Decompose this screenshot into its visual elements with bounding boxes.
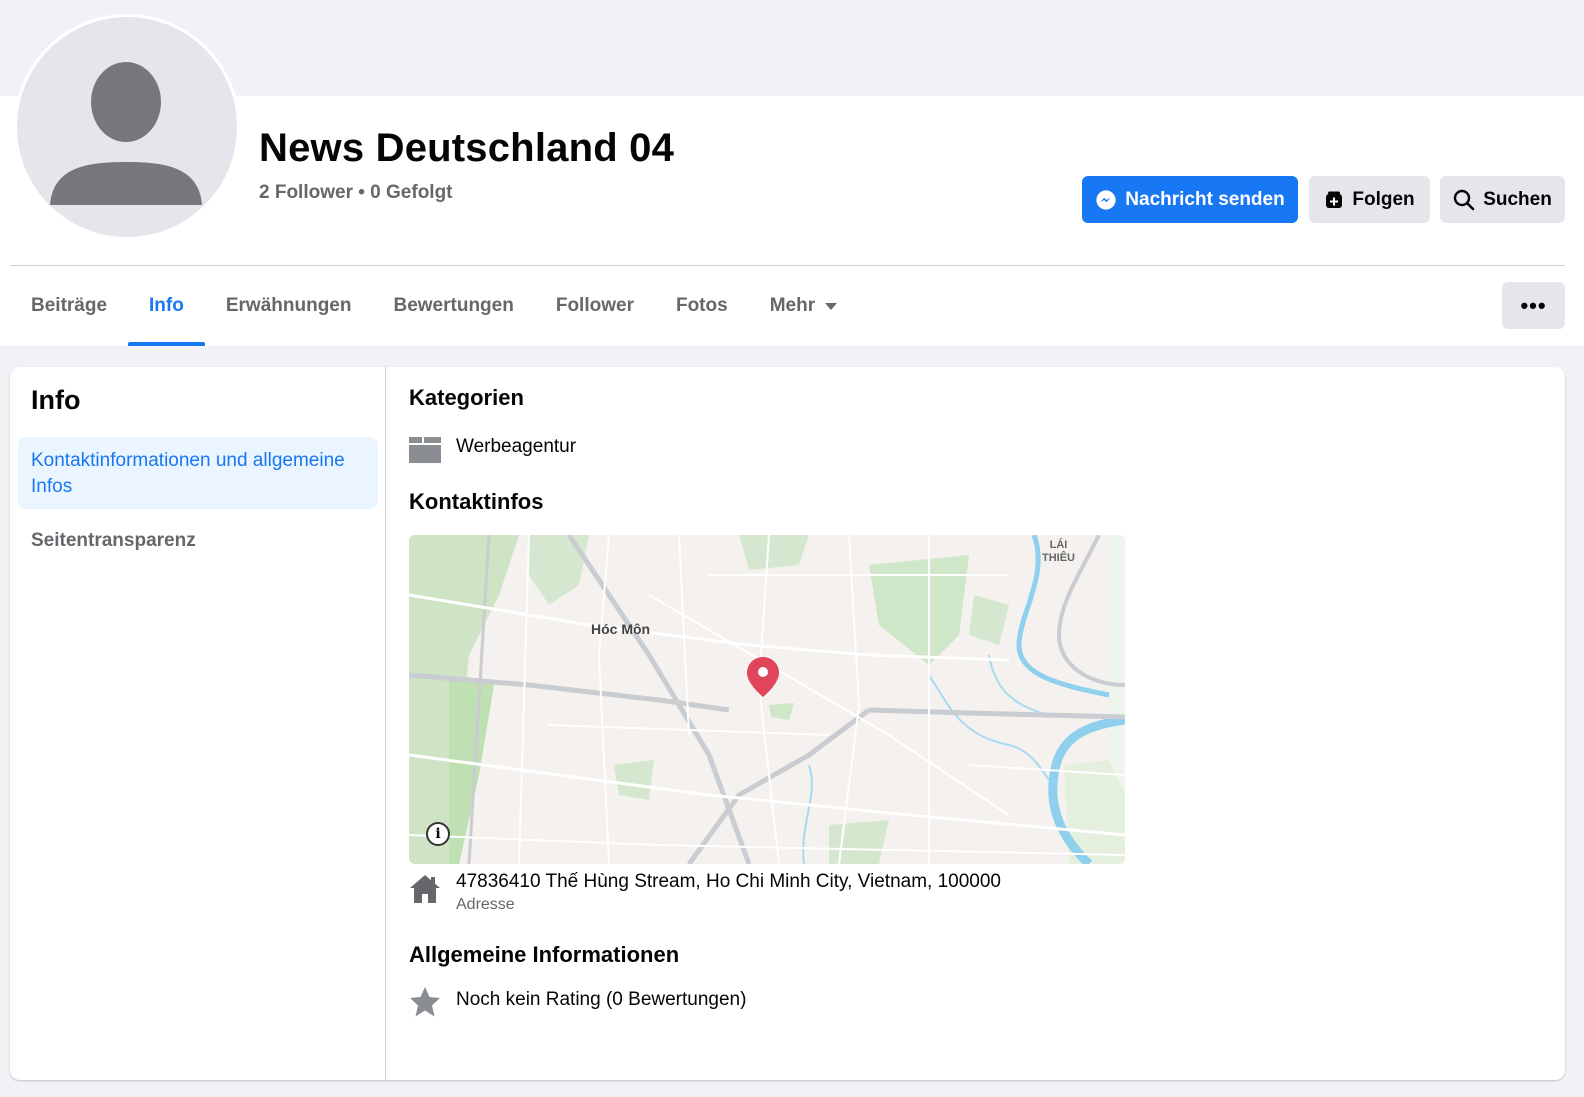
address-label: Adresse	[456, 896, 515, 913]
sidebar-item-label: Kontaktinformationen und allgemeine Info…	[31, 450, 345, 497]
caret-down-icon	[825, 302, 838, 310]
map-pin-icon	[747, 657, 779, 697]
sidebar-item-transparency[interactable]: Seitentransparenz	[31, 530, 196, 552]
map-tiles	[409, 535, 1125, 864]
map-info-icon[interactable]: i	[426, 822, 450, 846]
location-map[interactable]: Hóc Môn LÁI THIÊU i	[409, 535, 1125, 864]
tab-label: Follower	[555, 295, 634, 316]
about-card: Info Kontaktinformationen und allgemeine…	[10, 367, 1565, 1080]
category-icon	[409, 437, 441, 463]
profile-tabs: Beiträge Info Erwähnungen Bewertungen Fo…	[10, 266, 858, 346]
sidebar-title: Info	[31, 385, 81, 415]
map-label-town-line2: THIÊU	[1042, 552, 1075, 564]
send-message-label: Nachricht senden	[1125, 188, 1285, 210]
sidebar-item-label: Seitentransparenz	[31, 530, 196, 551]
map-label-town: LÁI THIÊU	[1042, 539, 1075, 565]
general-info-heading: Allgemeine Informationen	[409, 942, 680, 967]
profile-avatar[interactable]	[14, 14, 240, 240]
tab-mehr[interactable]: Mehr	[749, 266, 858, 346]
tab-fotos[interactable]: Fotos	[655, 266, 749, 346]
default-user-icon	[50, 62, 202, 205]
categories-heading: Kategorien	[409, 385, 524, 410]
avatar	[17, 17, 237, 237]
follow-button[interactable]: Folgen	[1309, 176, 1430, 223]
tab-erwaehnungen[interactable]: Erwähnungen	[205, 266, 373, 346]
map-label-city: Hóc Môn	[591, 621, 651, 637]
send-message-button[interactable]: Nachricht senden	[1082, 176, 1298, 223]
sidebar-item-contact[interactable]: Kontaktinformationen und allgemeine Info…	[18, 437, 378, 509]
tab-label: Bewertungen	[393, 295, 514, 316]
home-icon	[410, 875, 440, 903]
address-value[interactable]: 47836410 Thế Hùng Stream, Ho Chi Minh Ci…	[456, 871, 1001, 893]
tab-label: Fotos	[675, 295, 728, 316]
tab-bewertungen[interactable]: Bewertungen	[372, 266, 534, 346]
tab-label: Beiträge	[31, 295, 108, 316]
search-icon	[1453, 189, 1475, 210]
page-title: News Deutschland 04	[259, 126, 675, 170]
search-button[interactable]: Suchen	[1440, 176, 1565, 223]
tab-beitraege[interactable]: Beiträge	[10, 266, 128, 346]
follow-icon	[1326, 191, 1343, 208]
about-sidebar: Info Kontaktinformationen und allgemeine…	[10, 367, 386, 1080]
map-label-town-line1: LÁI	[1049, 539, 1068, 551]
search-label: Suchen	[1483, 188, 1552, 210]
more-dots-icon: •••	[1520, 292, 1547, 318]
tab-info[interactable]: Info	[128, 266, 205, 346]
follow-label: Folgen	[1352, 188, 1415, 210]
tab-label: Info	[149, 295, 184, 316]
tab-label: Mehr	[769, 295, 816, 316]
category-value[interactable]: Werbeagentur	[456, 436, 576, 458]
star-icon	[410, 987, 440, 1017]
more-options-button[interactable]: •••	[1502, 282, 1565, 329]
rating-value: Noch kein Rating (0 Bewertungen)	[456, 989, 747, 1010]
tab-label: Erwähnungen	[225, 295, 352, 316]
page-stats[interactable]: 2 Follower • 0 Gefolgt	[259, 182, 453, 204]
contact-heading: Kontaktinfos	[409, 489, 544, 514]
tab-follower[interactable]: Follower	[535, 266, 655, 346]
messenger-icon	[1096, 189, 1116, 210]
